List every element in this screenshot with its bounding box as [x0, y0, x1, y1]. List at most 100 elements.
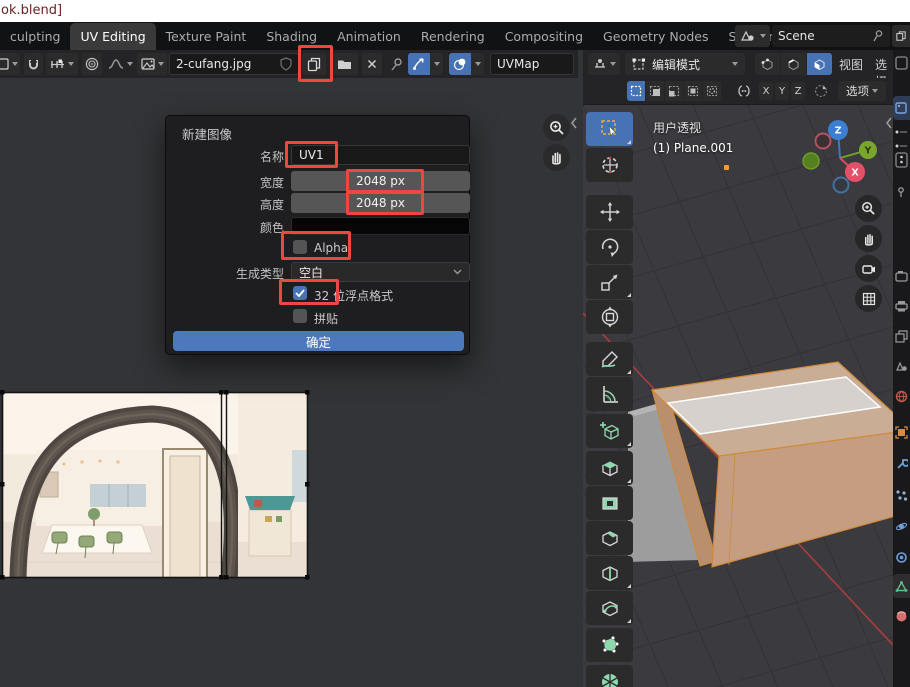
properties-editor-button[interactable] [895, 55, 909, 71]
properties-tab-modifiers[interactable] [895, 455, 909, 471]
uv-map-field[interactable]: UVMap [490, 53, 574, 75]
tool-loop-cut[interactable] [586, 556, 633, 590]
mirror-y-toggle[interactable]: Y [775, 82, 789, 100]
dialog-name-field[interactable]: UV1 [291, 145, 470, 165]
select-mode-intersect-button[interactable] [703, 81, 721, 101]
tab-sculpting[interactable]: culpting [0, 23, 70, 50]
show-gizmo-toggle[interactable] [408, 53, 430, 75]
shield-fake-user-icon[interactable] [280, 57, 292, 71]
tool-select-box[interactable] [586, 112, 633, 146]
properties-tab-constraints[interactable] [895, 549, 909, 565]
uv-pan-button[interactable] [543, 144, 570, 171]
sticky-select-dropdown[interactable] [46, 53, 78, 75]
show-overlays-toggle[interactable] [449, 53, 471, 75]
uv-image-block[interactable] [2, 392, 308, 578]
overlays-dropdown[interactable] [471, 53, 484, 75]
dialog-float-checkbox[interactable] [293, 286, 307, 300]
edit-mode-icon [632, 58, 646, 71]
topbar: culpting UV Editing Texture Paint Shadin… [0, 22, 910, 50]
dialog-color-swatch[interactable] [291, 217, 470, 235]
new-scene-button[interactable] [892, 25, 910, 47]
editor-type-dropdown[interactable] [0, 53, 20, 75]
tab-shading[interactable]: Shading [256, 23, 327, 50]
open-image-button[interactable] [330, 53, 358, 75]
mirror-x-toggle[interactable]: X [759, 82, 773, 100]
properties-tab-particles[interactable] [895, 487, 909, 503]
unlink-image-button[interactable] [362, 53, 382, 75]
snap-toggle-button[interactable] [24, 53, 43, 75]
tool-spin[interactable] [586, 665, 633, 687]
image-browse-dropdown[interactable] [137, 53, 167, 75]
dialog-tiled-checkbox[interactable] [293, 309, 307, 323]
menu-view[interactable]: 视图 [839, 56, 863, 73]
properties-tab-tool[interactable] [893, 96, 910, 120]
viewport-pan-button[interactable] [855, 225, 882, 252]
mirror-z-toggle[interactable]: Z [791, 82, 805, 100]
dialog-ok-button[interactable]: 确定 [173, 331, 464, 351]
overlay-toggle-group [449, 53, 485, 75]
dialog-height-field[interactable]: 2048 px [291, 193, 470, 213]
tool-rotate[interactable] [586, 230, 633, 264]
properties-tab-object[interactable] [895, 424, 909, 440]
pivot-icon [593, 57, 607, 71]
edge-select-button[interactable] [781, 53, 806, 75]
options-dropdown[interactable]: 选项 [838, 81, 886, 101]
select-mode-subtract-button[interactable] [665, 81, 683, 101]
tab-geometry-nodes[interactable]: Geometry Nodes [593, 23, 718, 50]
tool-knife[interactable] [586, 591, 633, 625]
properties-tab-view-layer[interactable] [895, 328, 909, 344]
tab-texture-paint[interactable]: Texture Paint [156, 23, 257, 50]
tool-cursor[interactable] [586, 148, 633, 182]
tool-extrude-region[interactable] [586, 451, 633, 485]
pin-icon[interactable] [872, 29, 884, 43]
uv-sidebar-collapse-icon[interactable] [569, 116, 579, 130]
tab-rendering[interactable]: Rendering [411, 23, 495, 50]
select-mode-extend-button[interactable] [646, 81, 664, 101]
mirror-x-button[interactable] [735, 83, 753, 99]
viewport-camera-button[interactable] [855, 255, 882, 282]
tool-measure[interactable] [586, 377, 633, 411]
properties-tab-world[interactable] [895, 388, 909, 404]
face-select-button[interactable] [807, 53, 832, 75]
tool-annotate[interactable] [586, 342, 633, 376]
scene-browse-button[interactable] [735, 25, 770, 47]
tool-settings-icon[interactable] [895, 184, 909, 200]
uv-zoom-button[interactable] [543, 114, 570, 141]
tool-move[interactable] [586, 195, 633, 229]
dialog-generated-type-dropdown[interactable]: 空白 [291, 262, 470, 282]
properties-tab-render[interactable] [895, 268, 909, 284]
properties-tab-object-data[interactable] [893, 574, 910, 598]
panel-header-button[interactable] [895, 152, 909, 168]
proportional-falloff-button[interactable] [812, 82, 830, 100]
tab-animation[interactable]: Animation [327, 23, 411, 50]
proportional-editing-button[interactable] [82, 53, 102, 75]
tool-poly-build[interactable] [586, 628, 633, 662]
properties-tab-material[interactable] [895, 608, 909, 624]
properties-tab-physics[interactable] [895, 518, 909, 534]
properties-tab-scene[interactable] [895, 358, 909, 374]
mode-dropdown[interactable]: 编辑模式 [625, 53, 745, 75]
scene-name-field[interactable]: Scene [772, 25, 890, 47]
tool-inset-faces[interactable] [586, 486, 633, 520]
tool-bevel[interactable] [586, 521, 633, 555]
dialog-width-field[interactable]: 2048 px [291, 171, 470, 191]
pin-image-button[interactable] [388, 53, 404, 75]
dialog-alpha-checkbox[interactable] [293, 240, 307, 254]
viewport-ortho-button[interactable] [855, 285, 882, 312]
properties-tab-output[interactable] [895, 298, 909, 314]
tab-uv-editing[interactable]: UV Editing [70, 23, 155, 50]
pivot-point-dropdown[interactable] [588, 53, 620, 75]
select-mode-invert-button[interactable] [684, 81, 702, 101]
tab-compositing[interactable]: Compositing [495, 23, 593, 50]
falloff-dropdown[interactable] [105, 53, 135, 75]
image-name-field[interactable]: 2-cufang.jpg [169, 53, 299, 75]
float-label: 32 位浮点格式 [314, 287, 393, 304]
tool-scale[interactable] [586, 265, 633, 299]
select-mode-set-button[interactable] [627, 81, 645, 101]
vertex-select-button[interactable] [755, 53, 780, 75]
tool-add-cube[interactable] [586, 414, 633, 448]
new-image-copy-button[interactable] [302, 53, 326, 75]
tool-transform[interactable] [586, 300, 633, 334]
gizmo-dropdown[interactable] [430, 53, 443, 75]
viewport-zoom-button[interactable] [855, 195, 882, 222]
